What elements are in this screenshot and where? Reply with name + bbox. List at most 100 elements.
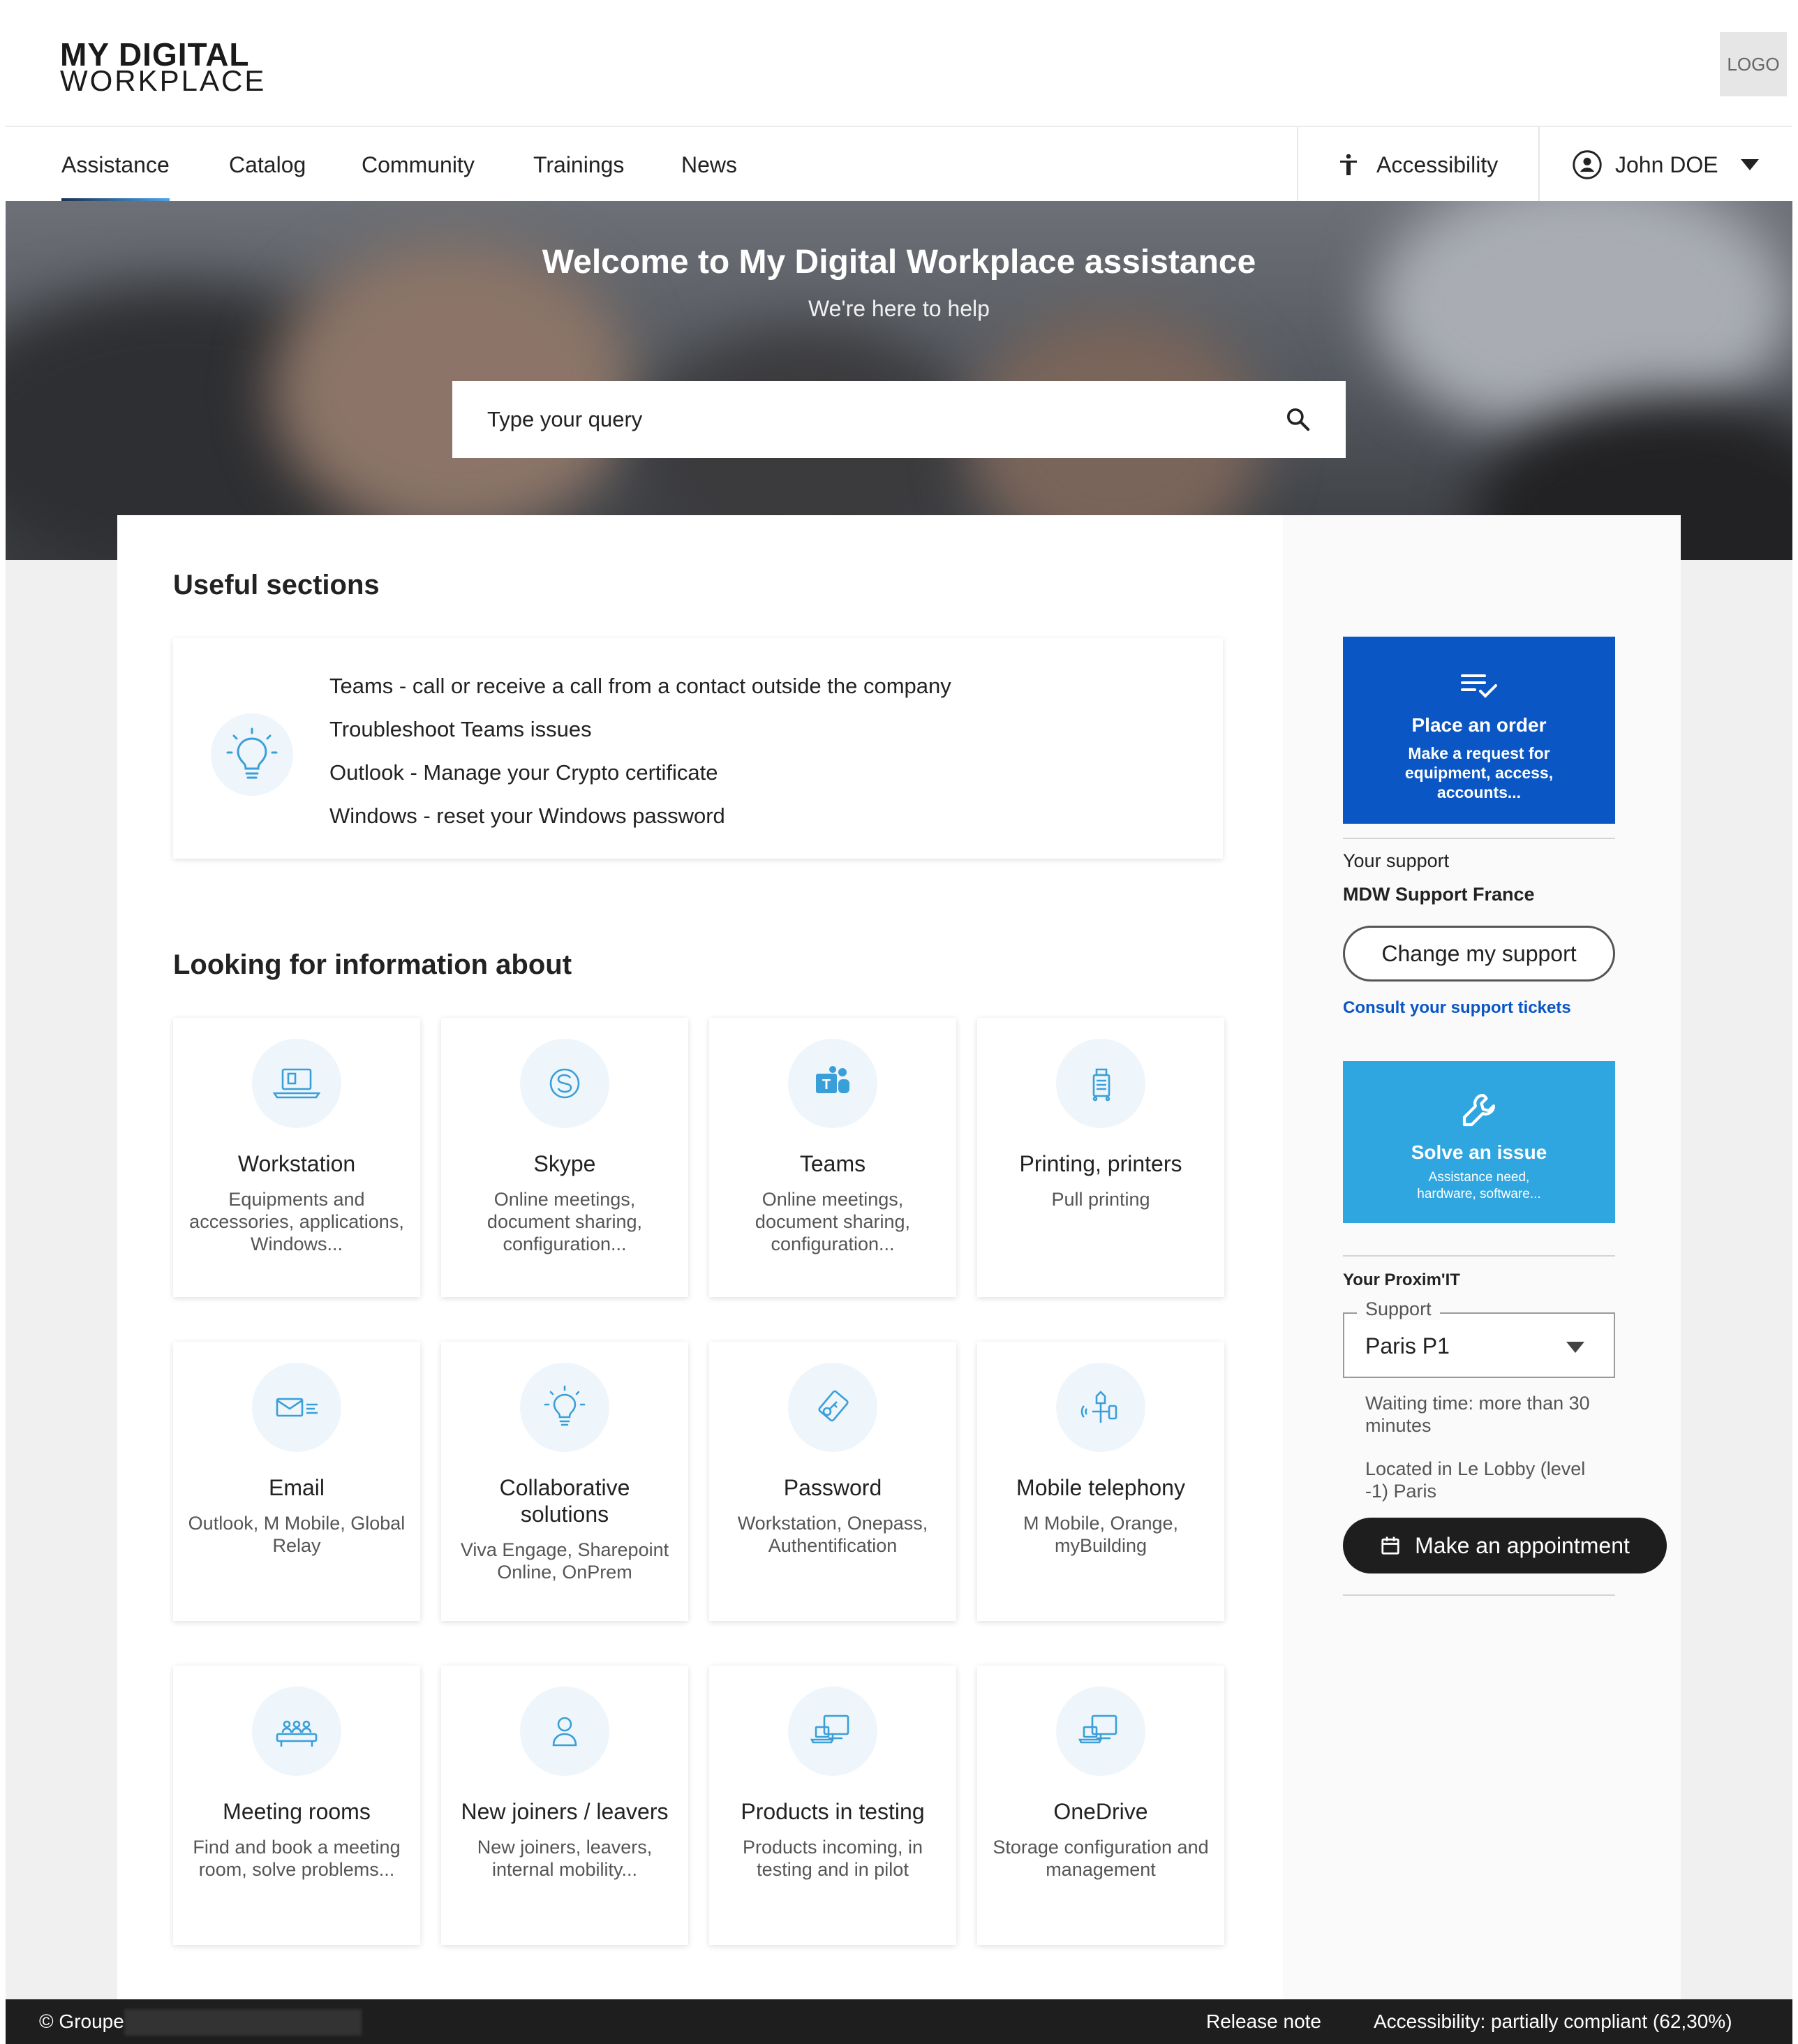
nav-separator	[1538, 127, 1540, 202]
proximit-label: Your Proxim'IT	[1343, 1271, 1460, 1289]
tile-mobile[interactable]: Mobile telephony M Mobile, Orange, myBuil…	[977, 1342, 1224, 1621]
tile-title: Printing, printers	[1019, 1151, 1182, 1176]
skype-icon	[520, 1039, 609, 1128]
tile-new-joiners[interactable]: New joiners / leavers New joiners, leaver…	[441, 1666, 688, 1945]
support-select-value: Paris P1	[1365, 1333, 1450, 1358]
password-icon	[788, 1363, 877, 1452]
support-tickets-link[interactable]: Consult your support tickets	[1343, 998, 1571, 1018]
brand-logo[interactable]: MY DIGITAL WORKPLACE	[60, 38, 264, 96]
tile-password[interactable]: Password Workstation, Onepass, Authentifi…	[709, 1342, 956, 1621]
chevron-down-icon	[1566, 1342, 1584, 1353]
solve-title: Solve an issue	[1411, 1141, 1547, 1163]
calendar-icon	[1381, 1536, 1399, 1555]
tile-desc: Storage configuration and management	[993, 1837, 1209, 1880]
tile-desc: Find and book a meeting room, solve prob…	[193, 1837, 401, 1880]
meeting-room-icon	[252, 1687, 341, 1776]
accessibility-button[interactable]: Accessibility	[1336, 127, 1498, 202]
search-icon[interactable]	[1284, 406, 1312, 434]
tile-desc: Online meetings, document sharing, confi…	[486, 1189, 643, 1254]
tile-teams[interactable]: T Teams Online meetings, document sharing…	[709, 1018, 956, 1297]
tile-title: Password	[783, 1475, 882, 1500]
nav-item-catalog[interactable]: Catalog	[229, 127, 306, 202]
divider	[1343, 1594, 1615, 1596]
tile-title: Collaborative solutions	[499, 1475, 630, 1527]
useful-link[interactable]: Outlook - Manage your Crypto certificate	[329, 751, 951, 794]
tile-title: Teams	[799, 1151, 866, 1176]
copyright: © Groupe	[39, 2010, 124, 2032]
nav-item-news[interactable]: News	[681, 127, 737, 202]
release-note-link[interactable]: Release note	[1206, 1999, 1321, 2044]
order-title: Place an order	[1411, 714, 1547, 736]
solve-desc: Assistance need, hardware, software...	[1417, 1170, 1541, 1201]
tile-desc: Workstation, Onepass, Authentification	[737, 1513, 928, 1556]
tile-title: Mobile telephony	[1016, 1475, 1185, 1500]
divider	[1343, 838, 1615, 839]
hero-banner: Welcome to My Digital Workplace assistan…	[6, 201, 1792, 560]
waiting-time: Waiting time: more than 30 minutes	[1365, 1393, 1590, 1436]
user-avatar-icon	[1573, 150, 1602, 179]
support-select[interactable]: Support Paris P1	[1343, 1298, 1615, 1378]
sidebar: Place an order Make a request for equipm…	[1283, 515, 1681, 2044]
hero-title: Welcome to My Digital Workplace assistan…	[542, 244, 1256, 281]
tile-workstation[interactable]: Workstation Equipments and accessories, a…	[173, 1018, 420, 1297]
hero-subtitle: We're here to help	[808, 296, 990, 321]
your-support-label: Your support	[1343, 850, 1450, 871]
tile-email[interactable]: Email Outlook, M Mobile, Global Relay	[173, 1342, 420, 1621]
tile-desc: Online meetings, document sharing, confi…	[755, 1189, 911, 1254]
tile-title: OneDrive	[1053, 1799, 1148, 1824]
redacted-text	[124, 2009, 362, 2036]
tile-title: Meeting rooms	[223, 1799, 371, 1824]
tile-desc: Products incoming, in testing and in pil…	[742, 1837, 923, 1880]
checklist-icon	[1461, 674, 1497, 698]
chevron-down-icon	[1740, 159, 1759, 170]
nav-item-trainings[interactable]: Trainings	[533, 127, 624, 202]
search-input[interactable]	[486, 406, 1284, 433]
email-icon	[252, 1363, 341, 1452]
tile-printing[interactable]: Printing, printers Pull printing	[977, 1018, 1224, 1297]
main-card: Useful sections Teams - call or receive …	[117, 515, 1681, 2044]
user-name: John DOE	[1615, 151, 1718, 177]
place-order-button[interactable]: Place an order Make a request for equipm…	[1343, 637, 1615, 824]
tile-collaborative[interactable]: Collaborative solutions Viva Engage, Shar…	[441, 1342, 688, 1621]
tile-title: New joiners / leavers	[461, 1799, 669, 1824]
useful-link[interactable]: Teams - call or receive a call from a co…	[329, 665, 951, 708]
bulb-icon	[211, 713, 293, 796]
tile-desc: Viva Engage, Sharepoint Online, OnPrem	[460, 1539, 669, 1583]
tile-meeting-rooms[interactable]: Meeting rooms Find and book a meeting roo…	[173, 1666, 420, 1945]
user-menu[interactable]: John DOE	[1572, 127, 1759, 202]
tile-title: Workstation	[237, 1151, 356, 1176]
nav-item-community[interactable]: Community	[362, 127, 475, 202]
change-support-button[interactable]: Change my support	[1343, 926, 1615, 982]
footer: © Groupe Release note Accessibility: par…	[6, 1999, 1792, 2044]
looking-for-title: Looking for information about	[173, 949, 572, 980]
printer-icon	[1056, 1039, 1145, 1128]
user-icon	[520, 1687, 609, 1776]
nav-item-assistance[interactable]: Assistance	[61, 127, 170, 202]
tile-title: Skype	[533, 1151, 596, 1176]
useful-links-list: Teams - call or receive a call from a co…	[329, 665, 951, 838]
support-name: MDW Support France	[1343, 884, 1535, 905]
support-select-legend: Support	[1357, 1298, 1440, 1320]
tile-products-testing[interactable]: Products in testing Products incoming, in…	[709, 1666, 956, 1945]
nav-separator	[1297, 127, 1298, 202]
tile-onedrive[interactable]: OneDrive Storage configuration and manage…	[977, 1666, 1224, 1945]
useful-link[interactable]: Windows - reset your Windows password	[329, 794, 951, 838]
useful-sections-title: Useful sections	[173, 570, 380, 600]
make-appointment-button[interactable]: Make an appointment	[1343, 1518, 1667, 1573]
tile-desc: Equipments and accessories, applications…	[189, 1189, 404, 1254]
divider	[1343, 1255, 1615, 1257]
wrench-icon	[1462, 1093, 1496, 1127]
useful-link[interactable]: Troubleshoot Teams issues	[329, 708, 951, 751]
header: MY DIGITAL WORKPLACE LOGO	[6, 0, 1792, 126]
bulb-icon	[520, 1363, 609, 1452]
search-bar	[452, 381, 1346, 458]
logo-placeholder: LOGO	[1720, 32, 1787, 96]
accessibility-compliance-link[interactable]: Accessibility: partially compliant (62,3…	[1374, 1999, 1732, 2044]
teams-icon: T	[788, 1039, 877, 1128]
accessibility-label: Accessibility	[1376, 151, 1499, 177]
laptop-icon	[252, 1039, 341, 1128]
order-desc: Make a request for equipment, access, ac…	[1404, 744, 1554, 801]
solve-issue-button[interactable]: Solve an issue Assistance need, hardware…	[1343, 1061, 1615, 1223]
location-text: Located in Le Lobby (level -1) Paris	[1365, 1458, 1586, 1502]
tile-skype[interactable]: Skype Online meetings, document sharing, …	[441, 1018, 688, 1297]
